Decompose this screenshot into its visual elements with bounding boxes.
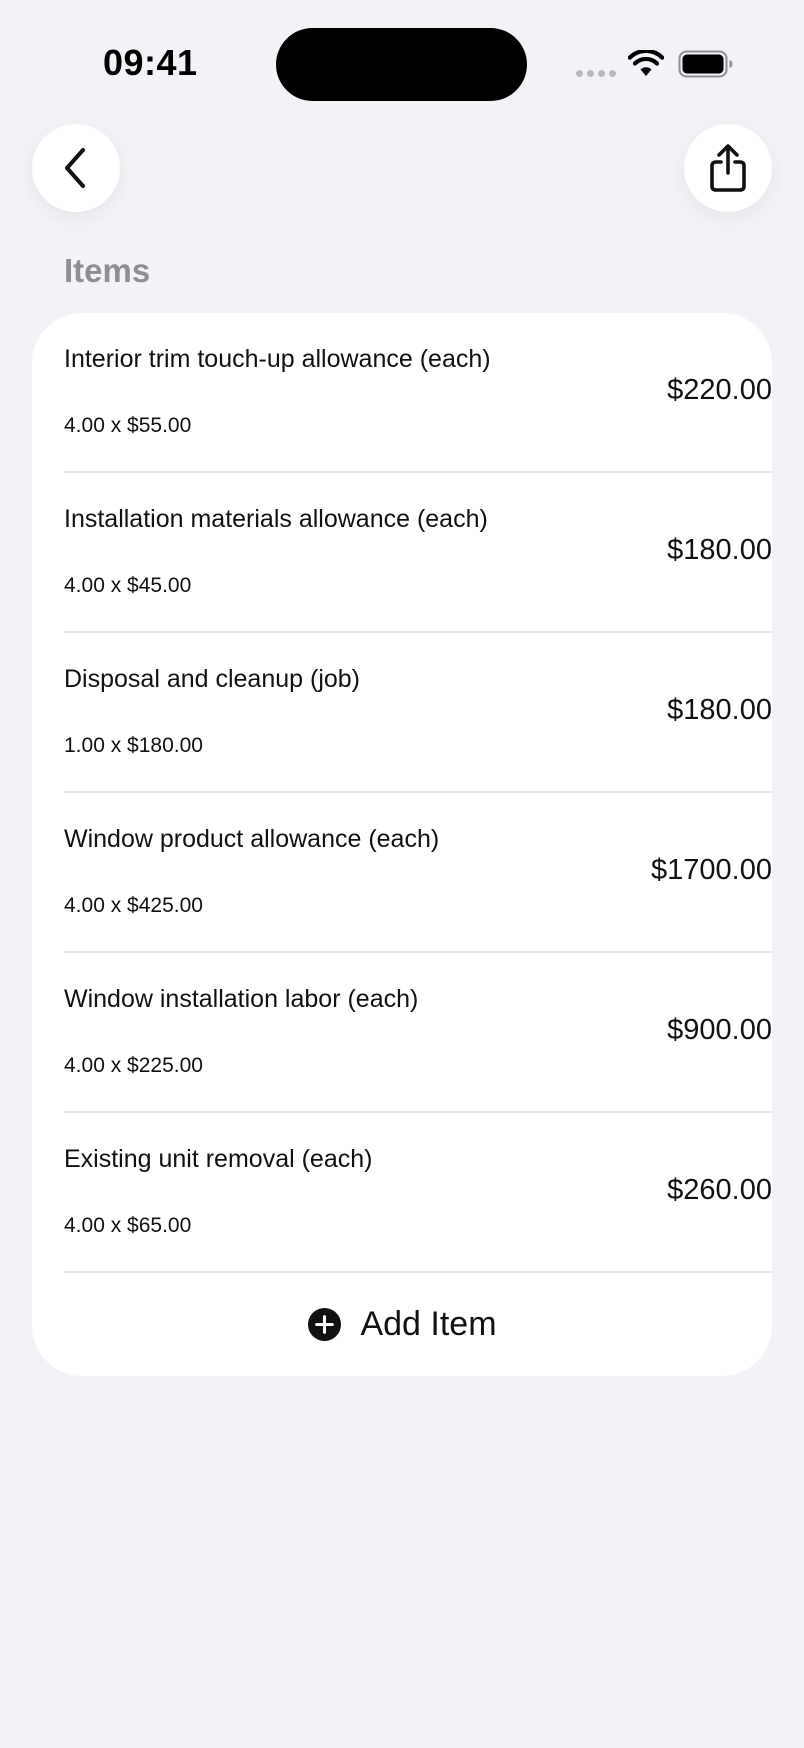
screen: 09:41 Items Interior trim touch-up allow… — [0, 0, 804, 1748]
cellular-signal-icon — [576, 70, 616, 77]
item-total: $1700.00 — [651, 854, 772, 886]
item-quantity-rate: 4.00 x $45.00 — [64, 574, 192, 597]
item-name: Disposal and cleanup (job) — [64, 665, 361, 693]
dynamic-island — [276, 28, 527, 101]
item-total: $900.00 — [667, 1014, 772, 1046]
item-quantity-rate: 4.00 x $425.00 — [64, 894, 203, 917]
share-icon — [710, 144, 746, 192]
chevron-left-icon — [65, 148, 85, 188]
item-name: Window product allowance (each) — [64, 825, 440, 853]
item-quantity-rate: 1.00 x $180.00 — [64, 734, 203, 757]
line-item-row[interactable]: Window product allowance (each) 4.00 x $… — [64, 793, 772, 953]
item-name: Interior trim touch-up allowance (each) — [64, 345, 491, 373]
add-item-label: Add Item — [360, 1305, 497, 1343]
status-time: 09:41 — [103, 42, 198, 83]
item-total: $180.00 — [667, 534, 772, 566]
item-quantity-rate: 4.00 x $55.00 — [64, 414, 192, 437]
item-total: $180.00 — [667, 694, 772, 726]
item-quantity-rate: 4.00 x $225.00 — [64, 1054, 203, 1077]
item-total: $220.00 — [667, 374, 772, 406]
add-item-button[interactable]: Add Item — [32, 1273, 772, 1376]
item-quantity-rate: 4.00 x $65.00 — [64, 1214, 192, 1237]
wifi-icon — [628, 50, 664, 76]
battery-icon — [678, 50, 733, 78]
plus-circle-icon — [308, 1307, 342, 1342]
share-button[interactable] — [684, 124, 772, 212]
item-total: $260.00 — [667, 1174, 772, 1206]
back-button[interactable] — [32, 124, 120, 212]
line-item-row[interactable]: Installation materials allowance (each) … — [64, 473, 772, 633]
line-item-row[interactable]: Window installation labor (each) 4.00 x … — [64, 953, 772, 1113]
item-name: Installation materials allowance (each) — [64, 505, 488, 533]
line-item-row[interactable]: Disposal and cleanup (job) 1.00 x $180.0… — [64, 633, 772, 793]
item-name: Existing unit removal (each) — [64, 1145, 373, 1173]
section-title: Items — [64, 252, 151, 289]
line-item-row[interactable]: Interior trim touch-up allowance (each) … — [64, 313, 772, 473]
line-item-row[interactable]: Existing unit removal (each) 4.00 x $65.… — [64, 1113, 772, 1273]
items-card: Interior trim touch-up allowance (each) … — [32, 313, 772, 1376]
item-name: Window installation labor (each) — [64, 985, 419, 1013]
